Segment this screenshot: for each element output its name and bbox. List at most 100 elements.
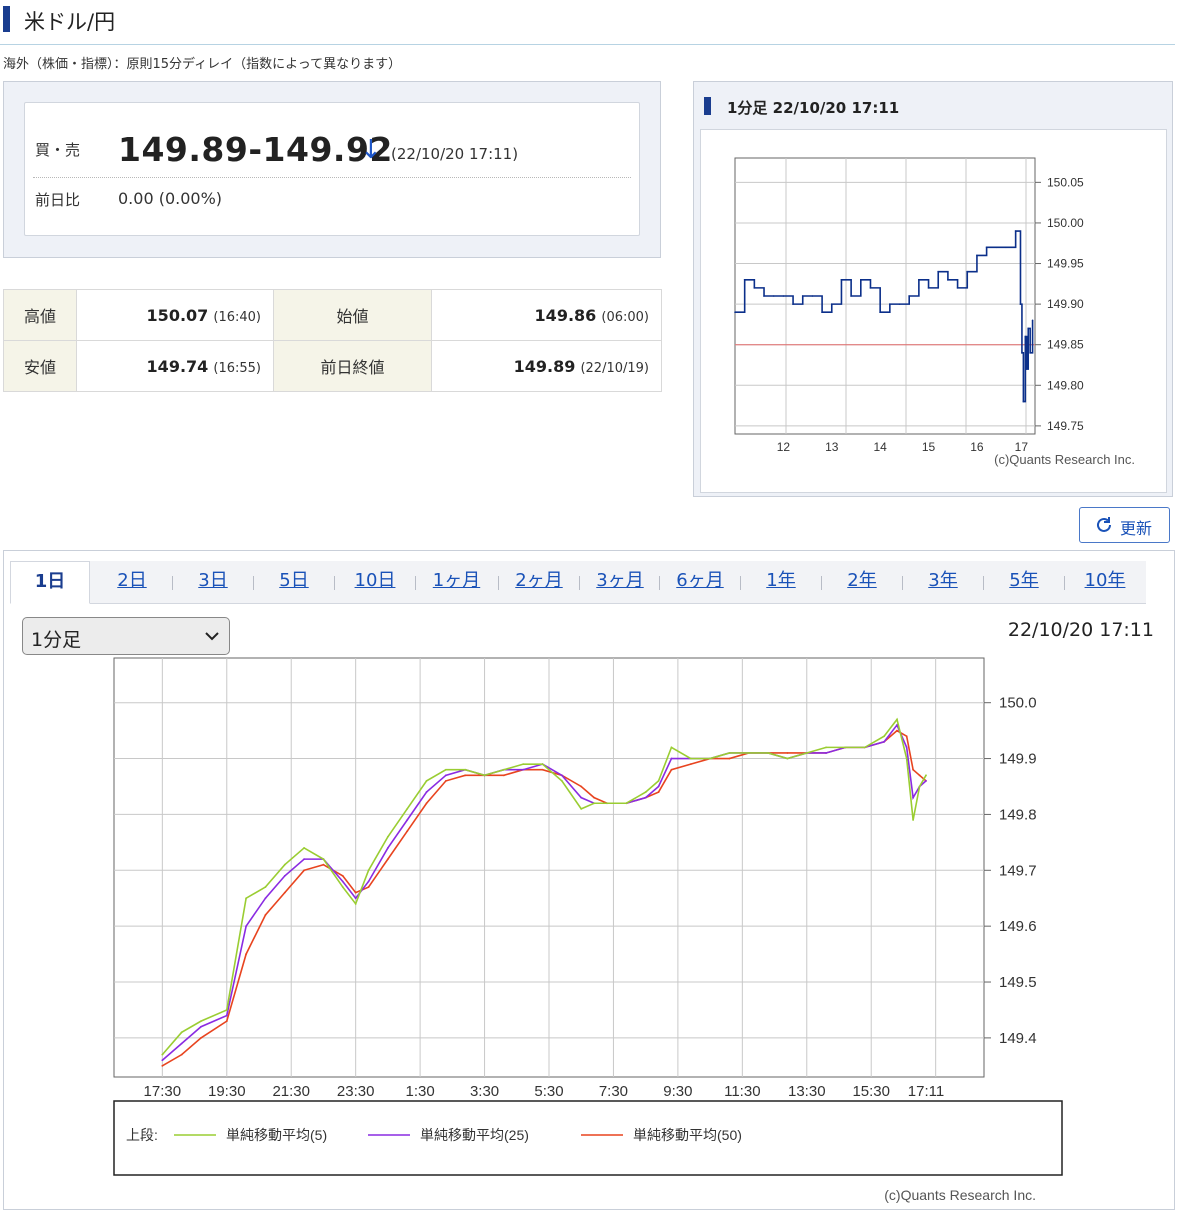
main-data-point xyxy=(522,763,525,766)
interval-select[interactable]: 1分足 xyxy=(22,617,230,655)
main-data-point xyxy=(805,752,808,754)
chevron-down-icon xyxy=(205,632,219,641)
main-data-point xyxy=(644,796,647,799)
main-data-point xyxy=(844,746,847,749)
main-data-point xyxy=(444,768,447,771)
change-value: 0.00 (0.00%) xyxy=(118,189,223,208)
tab-11[interactable]: 2年 xyxy=(822,561,902,603)
tab-7[interactable]: 2ヶ月 xyxy=(499,561,579,603)
main-data-point xyxy=(502,768,505,771)
main-data-point xyxy=(883,740,886,743)
tab-separator xyxy=(902,576,903,590)
mini-data-point xyxy=(1019,303,1022,305)
main-data-point xyxy=(483,774,486,777)
tab-13[interactable]: 5年 xyxy=(984,561,1064,603)
main-data-point xyxy=(425,802,428,805)
mini-data-point xyxy=(947,278,949,281)
main-x-tick-label: 1:30 xyxy=(406,1083,435,1100)
main-data-point xyxy=(483,774,486,777)
legend-label: 単純移動平均(50) xyxy=(633,1127,742,1143)
period-tabs: 1日 2日 3日 5日 10日 1ヶ月 2ヶ月 3ヶ月 6ヶ月 1年 2年 3年 5年 10年 xyxy=(10,561,1146,604)
tab-separator xyxy=(740,576,741,590)
main-data-point xyxy=(264,886,267,888)
main-data-point xyxy=(483,774,486,777)
main-plot-frame xyxy=(113,657,985,1078)
main-data-point xyxy=(805,752,808,754)
tab-14[interactable]: 10年 xyxy=(1065,561,1145,603)
main-chart-panel: 1日 2日 3日 5日 10日 1ヶ月 2ヶ月 3ヶ月 6ヶ月 1年 2年 3年 5年 10年 1分足 2… xyxy=(3,550,1175,1210)
tab-6[interactable]: 1ヶ月 xyxy=(416,561,497,603)
main-data-point xyxy=(747,752,750,754)
mini-data-point xyxy=(840,278,843,281)
main-data-point xyxy=(918,774,921,777)
main-data-point xyxy=(560,774,563,777)
prev-close-cell: 149.89 (22/10/19) xyxy=(431,340,662,392)
tab-separator xyxy=(498,576,499,590)
tab-separator xyxy=(334,576,335,590)
high-label: 高値 xyxy=(3,289,77,341)
mini-data-point xyxy=(1029,352,1031,354)
tab-10[interactable]: 1年 xyxy=(741,561,821,603)
divider xyxy=(33,177,631,178)
prev-close-date: (22/10/19) xyxy=(580,360,649,376)
main-data-point xyxy=(225,1020,228,1023)
tab-1[interactable]: 1日 xyxy=(10,561,90,604)
mini-y-tick-label: 149.95 xyxy=(1047,257,1084,271)
main-data-point xyxy=(825,752,828,754)
main-data-point xyxy=(341,886,344,888)
mini-data-point xyxy=(918,278,920,281)
tab-3[interactable]: 3日 xyxy=(173,561,253,603)
main-data-point xyxy=(689,757,692,760)
tab-5[interactable]: 10日 xyxy=(335,561,415,603)
mini-data-point xyxy=(1024,335,1027,338)
mini-y-tick-label: 149.80 xyxy=(1047,378,1084,392)
mini-data-point xyxy=(908,295,910,297)
refresh-button[interactable]: 更新 xyxy=(1079,507,1170,543)
main-x-tick-label: 13:30 xyxy=(788,1083,826,1100)
main-data-point xyxy=(367,869,370,872)
main-data-point xyxy=(896,724,898,726)
main-y-tick-label: 149.4 xyxy=(999,1030,1037,1047)
mini-x-tick-label: 16 xyxy=(970,440,984,454)
bid-ask-price: 149.89-149.92 xyxy=(118,130,393,169)
title-accent-bar xyxy=(3,6,10,32)
main-data-point xyxy=(341,874,344,877)
tab-2[interactable]: 2日 xyxy=(92,561,172,603)
main-data-point xyxy=(863,746,866,749)
page-header: 米ドル/円 xyxy=(0,0,1175,45)
main-data-point xyxy=(625,802,628,805)
main-data-point xyxy=(464,774,467,777)
tab-8[interactable]: 3ヶ月 xyxy=(580,561,660,603)
main-data-point xyxy=(560,774,563,777)
main-data-point xyxy=(580,796,583,799)
main-data-point xyxy=(925,780,927,782)
main-data-point xyxy=(303,858,306,861)
tab-12[interactable]: 3年 xyxy=(903,561,983,603)
low-time: (16:55) xyxy=(213,360,261,376)
main-data-point xyxy=(303,869,306,872)
tab-separator xyxy=(659,576,660,590)
main-data-point xyxy=(386,835,389,838)
main-data-point xyxy=(863,746,866,749)
main-x-tick-label: 21:30 xyxy=(272,1083,310,1100)
main-y-tick-label: 149.6 xyxy=(999,918,1037,935)
main-x-tick-label: 7:30 xyxy=(599,1083,628,1100)
main-data-point xyxy=(367,886,370,888)
main-data-point xyxy=(322,858,325,861)
main-data-point xyxy=(670,768,673,771)
main-data-point xyxy=(606,802,608,805)
mini-x-tick-label: 13 xyxy=(825,440,839,454)
main-data-point xyxy=(180,1053,183,1056)
mini-data-point xyxy=(1027,327,1030,330)
tab-9[interactable]: 6ヶ月 xyxy=(660,561,740,603)
tab-4[interactable]: 5日 xyxy=(254,561,334,603)
main-data-point xyxy=(767,752,770,754)
main-x-tick-label: 23:30 xyxy=(337,1083,375,1100)
main-data-point xyxy=(786,757,789,760)
mini-data-point xyxy=(1014,230,1017,232)
main-data-point xyxy=(386,858,389,861)
main-data-point xyxy=(912,819,915,821)
legend-label: 単純移動平均(25) xyxy=(420,1127,529,1143)
main-data-point xyxy=(805,752,808,754)
main-data-point xyxy=(863,746,866,749)
